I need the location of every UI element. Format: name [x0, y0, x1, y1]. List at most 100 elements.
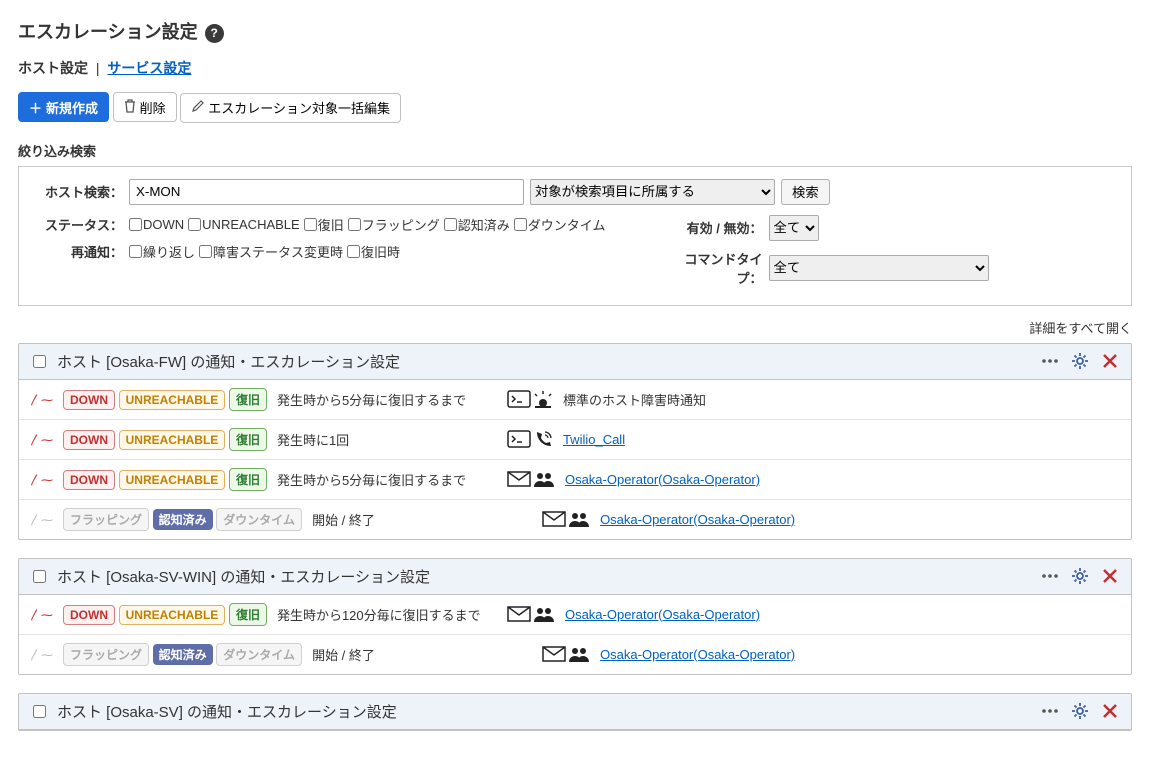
- filter-check[interactable]: 認知済み: [444, 215, 510, 234]
- more-icon[interactable]: [1039, 568, 1061, 584]
- host-search-label: ホスト検索：: [33, 182, 123, 201]
- filter-title: 絞り込み検索: [18, 141, 1132, 160]
- target: 標準のホスト障害時通知: [563, 390, 706, 409]
- status-badge-down: DOWN: [63, 390, 115, 410]
- status-badge-restore: 復旧: [229, 388, 267, 411]
- scope-select[interactable]: 対象が検索項目に所属する: [530, 179, 775, 205]
- method-icons: [507, 470, 555, 488]
- method-icons: [542, 645, 590, 663]
- timing-text: 開始 / 終了: [312, 645, 532, 664]
- panel-select-checkbox[interactable]: [33, 355, 46, 368]
- gear-icon[interactable]: [1069, 352, 1091, 370]
- target[interactable]: Osaka-Operator(Osaka-Operator): [600, 647, 795, 662]
- filter-check[interactable]: DOWN: [129, 217, 184, 232]
- escalation-panel: ホスト [Osaka-SV-WIN] の通知・エスカレーション設定〳⁓ DOWN …: [18, 558, 1132, 675]
- trash-icon: [124, 99, 136, 116]
- filter-box: ホスト検索： 対象が検索項目に所属する 検索 ステータス： DOWN UNREAC…: [18, 166, 1132, 306]
- panel-title: ホスト [Osaka-FW] の通知・エスカレーション設定: [57, 351, 1031, 372]
- filter-check[interactable]: 復旧時: [347, 242, 400, 261]
- status-badge-flap: フラッピング: [63, 643, 149, 666]
- filter-check[interactable]: 復旧: [304, 215, 344, 234]
- search-button[interactable]: 検索: [781, 179, 830, 205]
- status-badge-down: DOWN: [63, 605, 115, 625]
- target[interactable]: Twilio_Call: [563, 432, 625, 447]
- target[interactable]: Osaka-Operator(Osaka-Operator): [600, 512, 795, 527]
- create-button[interactable]: ＋ 新規作成: [18, 92, 109, 122]
- renotice-checks: 繰り返し障害ステータス変更時復旧時: [129, 242, 402, 261]
- escalation-row: 〳⁓ フラッピング 認知済み ダウンタイム 開始 / 終了 Osaka-Operat…: [19, 500, 1131, 539]
- status-badge-ack: 認知済み: [153, 509, 213, 530]
- cmdtype-label: コマンドタイプ：: [668, 249, 763, 287]
- close-icon[interactable]: [1099, 353, 1121, 369]
- enabled-label: 有効 / 無効：: [668, 218, 763, 237]
- escalation-row: 〳⁓DOWN UNREACHABLE 復旧 発生時から5分毎に復旧するまでOsa…: [19, 460, 1131, 500]
- heartbeat-icon: 〳⁓: [29, 431, 53, 448]
- close-icon[interactable]: [1099, 703, 1121, 719]
- close-icon[interactable]: [1099, 568, 1121, 584]
- panel-select-checkbox[interactable]: [33, 705, 46, 718]
- tab-host[interactable]: ホスト設定: [18, 60, 88, 76]
- method-icons: [542, 510, 590, 528]
- host-search-input[interactable]: [129, 179, 524, 205]
- more-icon[interactable]: [1039, 353, 1061, 369]
- more-icon[interactable]: [1039, 703, 1061, 719]
- panel-select-checkbox[interactable]: [33, 570, 46, 583]
- filter-check[interactable]: フラッピング: [348, 215, 440, 234]
- timing-text: 発生時から120分毎に復旧するまで: [277, 605, 497, 624]
- status-badge-flap: フラッピング: [63, 508, 149, 531]
- method-icons: [507, 605, 555, 623]
- action-buttons: ＋ 新規作成 削除 エスカレーション対象一括編集: [18, 92, 1132, 123]
- timing-text: 発生時から5分毎に復旧するまで: [277, 390, 497, 409]
- status-badge-unreach: UNREACHABLE: [119, 605, 226, 625]
- heartbeat-icon: 〳⁓: [29, 471, 53, 488]
- method-icons: [507, 390, 553, 408]
- escalation-row: 〳⁓ DOWN UNREACHABLE 復旧 発生時に1回 Twilio_Call: [19, 420, 1131, 460]
- page-title: エスカレーション設定 ?: [18, 18, 1132, 44]
- settings-tabs: ホスト設定 | サービス設定: [18, 58, 1132, 78]
- timing-text: 発生時から5分毎に復旧するまで: [277, 470, 497, 489]
- expand-all[interactable]: 詳細をすべて開く: [18, 318, 1132, 337]
- heartbeat-icon: 〳⁓: [29, 606, 53, 623]
- delete-button[interactable]: 削除: [113, 92, 177, 122]
- heartbeat-icon: 〳⁓: [29, 511, 53, 528]
- enabled-select[interactable]: 全て: [769, 215, 819, 241]
- timing-text: 発生時に1回: [277, 430, 497, 449]
- status-badge-unreach: UNREACHABLE: [119, 390, 226, 410]
- escalation-row: 〳⁓ DOWN UNREACHABLE 復旧 発生時から120分毎に復旧するまで O…: [19, 595, 1131, 635]
- escalation-panel: ホスト [Osaka-SV] の通知・エスカレーション設定: [18, 693, 1132, 731]
- status-badge-down: DOWN: [63, 430, 115, 450]
- status-badge-restore: 復旧: [229, 603, 267, 626]
- status-badge-unreach: UNREACHABLE: [119, 430, 226, 450]
- filter-check[interactable]: 障害ステータス変更時: [199, 242, 343, 261]
- tab-service[interactable]: サービス設定: [107, 60, 191, 76]
- timing-text: 開始 / 終了: [312, 510, 532, 529]
- panel-title: ホスト [Osaka-SV] の通知・エスカレーション設定: [57, 701, 1031, 722]
- method-icons: [507, 430, 553, 448]
- escalation-row: 〳⁓ フラッピング 認知済み ダウンタイム 開始 / 終了 Osaka-Operat…: [19, 635, 1131, 674]
- status-checks: DOWN UNREACHABLE 復旧フラッピング認知済みダウンタイム: [129, 215, 608, 234]
- plus-icon: ＋: [29, 98, 42, 117]
- status-badge-dt: ダウンタイム: [216, 643, 302, 666]
- status-badge-unreach: UNREACHABLE: [119, 470, 226, 490]
- help-icon[interactable]: ?: [205, 24, 224, 43]
- panel-title: ホスト [Osaka-SV-WIN] の通知・エスカレーション設定: [57, 566, 1031, 587]
- status-badge-dt: ダウンタイム: [216, 508, 302, 531]
- cmdtype-select[interactable]: 全て: [769, 255, 989, 281]
- escalation-panel: ホスト [Osaka-FW] の通知・エスカレーション設定〳⁓DOWN UNRE…: [18, 343, 1132, 540]
- bulk-edit-button[interactable]: エスカレーション対象一括編集: [180, 93, 401, 123]
- status-badge-ack: 認知済み: [153, 644, 213, 665]
- target[interactable]: Osaka-Operator(Osaka-Operator): [565, 607, 760, 622]
- status-badge-restore: 復旧: [229, 428, 267, 451]
- escalation-row: 〳⁓ DOWN UNREACHABLE 復旧 発生時から5分毎に復旧するまで 標準の…: [19, 380, 1131, 420]
- status-badge-restore: 復旧: [229, 468, 267, 491]
- heartbeat-icon: 〳⁓: [29, 391, 53, 408]
- filter-check[interactable]: UNREACHABLE: [188, 217, 300, 232]
- filter-check[interactable]: 繰り返し: [129, 242, 195, 261]
- heartbeat-icon: 〳⁓: [29, 646, 53, 663]
- pencil-icon: [191, 100, 204, 116]
- gear-icon[interactable]: [1069, 567, 1091, 585]
- filter-check[interactable]: ダウンタイム: [514, 215, 606, 234]
- status-label: ステータス：: [33, 215, 123, 234]
- target[interactable]: Osaka-Operator(Osaka-Operator): [565, 472, 760, 487]
- gear-icon[interactable]: [1069, 702, 1091, 720]
